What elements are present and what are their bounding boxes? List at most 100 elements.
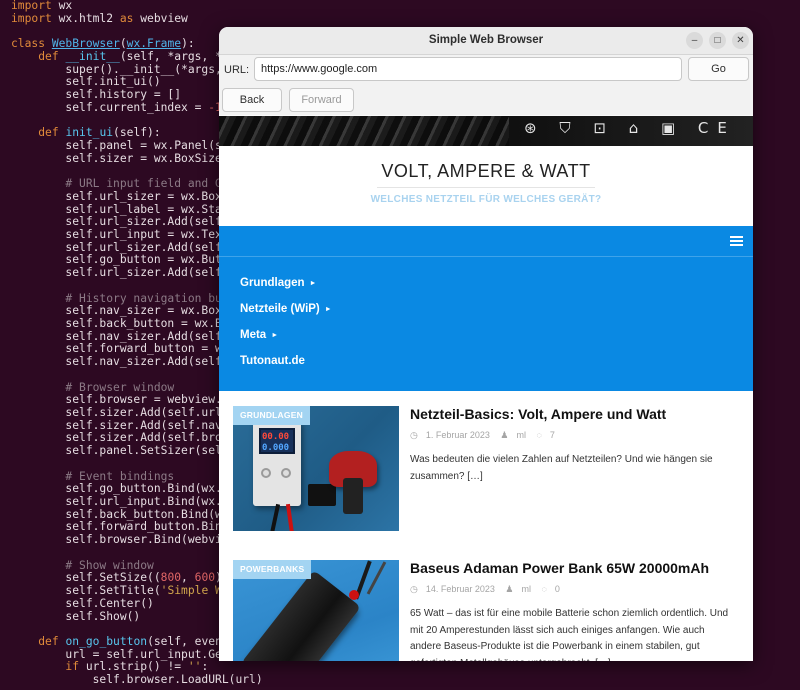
code-token: self.Center() [11, 596, 154, 610]
menu-item-tutonaut[interactable]: Tutonaut.de [240, 355, 305, 367]
article-meta: ◷ 1. Februar 2023 ♟ ml ◌ 7 [410, 430, 563, 441]
submenu-arrow-icon: ► [324, 306, 332, 313]
back-button[interactable]: Back [222, 88, 282, 112]
comment-icon: ◌ [541, 584, 547, 594]
menu-item-label: Netzteile (WiP) [240, 303, 320, 315]
code-token: self.init_ui() [11, 75, 161, 89]
submenu-arrow-icon: ► [309, 280, 317, 287]
window-title: Simple Web Browser [428, 34, 544, 46]
psu-display-top: 00.00 [262, 432, 290, 442]
site-header: VOLT, AMPERE & WATT WELCHES NETZTEIL FÜR… [219, 146, 753, 226]
article-excerpt: 65 Watt – das ist für eine mobile Batter… [410, 608, 729, 661]
psu-display-bottom: 0.000 [262, 443, 290, 453]
article-title[interactable]: Netzteil-Basics: Volt, Ampere und Watt [410, 406, 666, 422]
code-token: WebBrowser [51, 37, 120, 51]
user-icon: ♟ [505, 584, 514, 594]
code-token: # Browser window [11, 380, 175, 394]
code-token: def [38, 49, 59, 63]
category-tag[interactable]: GRUNDLAGEN [233, 406, 310, 425]
close-icon[interactable]: ✕ [732, 32, 749, 49]
code-token: self.panel = wx.Panel(self) [11, 138, 250, 152]
code-token: __init__ [65, 49, 120, 63]
comment-icon: ◌ [536, 430, 542, 440]
menu-item-label: Grundlagen [240, 277, 305, 289]
menu-item-label: Tutonaut.de [240, 355, 305, 367]
site-menu: Grundlagen ► Netzteile (WiP) ► Meta ► Tuton… [219, 257, 753, 391]
title-bar[interactable]: Simple Web Browser – □ ✕ [219, 27, 753, 55]
article-date: 1. Februar 2023 [425, 430, 490, 440]
code-token: webview [133, 11, 188, 25]
go-button[interactable]: Go [688, 57, 749, 81]
code-token: '' [187, 660, 202, 674]
menu-item-meta[interactable]: Meta ► [240, 329, 278, 341]
code-token: 800 [160, 571, 182, 585]
article-excerpt: Was bedeuten die vielen Zahlen auf Netzt… [410, 454, 713, 482]
header-divider [377, 187, 595, 188]
menu-item-label: Meta [240, 329, 267, 341]
code-token: (self): [113, 126, 161, 140]
article-meta: ◷ 14. Februar 2023 ♟ ml ◌ 0 [410, 584, 568, 595]
url-label: URL: [224, 64, 250, 76]
code-token: self.SetSize(( [11, 571, 161, 585]
site-tagline: WELCHES NETZTEIL FÜR WELCHES GERÄT? [370, 194, 602, 205]
code-token: as [119, 11, 134, 25]
code-token: class [11, 37, 46, 51]
code-token: self.history = [] [11, 88, 182, 102]
code-line: import wx.html2 as webview [11, 11, 800, 26]
submenu-arrow-icon: ► [271, 332, 279, 339]
code-token: # Event bindings [11, 469, 175, 483]
site-banner-image: ⊛ ⛉ ⊡ ⌂ ▣ CE [219, 116, 753, 146]
code-token: , [181, 571, 195, 585]
browser-window: Simple Web Browser – □ ✕ URL: Go Back Fo… [219, 27, 753, 661]
site-nav-bar [219, 226, 753, 257]
article-date: 14. Februar 2023 [425, 584, 495, 594]
banner-cables [219, 116, 509, 146]
code-token: self.browser.LoadURL(url) [11, 673, 263, 687]
code-token: wx [51, 0, 73, 12]
browser-toolbar: URL: Go Back Forward [219, 55, 753, 115]
minimize-icon[interactable]: – [686, 32, 703, 49]
code-token: # Show window [11, 558, 154, 572]
code-token: : [201, 660, 209, 674]
calendar-icon: ◷ [410, 430, 418, 440]
menu-item-netzteile[interactable]: Netzteile (WiP) ► [240, 303, 332, 315]
code-line: self.browser.LoadURL(url) [11, 673, 800, 687]
article-thumbnail[interactable]: POWERBANKS [233, 560, 399, 661]
article-comments[interactable]: 7 [550, 430, 555, 440]
webview-content[interactable]: ⊛ ⛉ ⊡ ⌂ ▣ CE VOLT, AMPERE & WATT WELCHES… [219, 116, 753, 661]
code-token: import [11, 11, 52, 25]
url-input[interactable] [254, 57, 682, 81]
banner-certification-icons: ⊛ ⛉ ⊡ ⌂ ▣ CE [524, 119, 736, 137]
maximize-icon[interactable]: □ [709, 32, 726, 49]
calendar-icon: ◷ [410, 584, 418, 594]
code-token: ( [119, 37, 127, 51]
code-token: wx.html2 [51, 11, 120, 25]
code-token: import [11, 0, 52, 12]
code-token: ): [181, 37, 195, 51]
code-token: def [38, 126, 59, 140]
category-tag[interactable]: POWERBANKS [233, 560, 312, 579]
code-token: self.current_index = [11, 100, 209, 114]
code-token: self.SetTitle( [11, 584, 161, 598]
article-thumbnail[interactable]: 00.00 0.000 GRUNDLAGEN [233, 406, 399, 531]
forward-button[interactable]: Forward [289, 88, 354, 112]
code-token: wx.Frame [126, 37, 182, 51]
article-comments[interactable]: 0 [555, 584, 560, 594]
code-token: on_go_button [65, 634, 148, 648]
site-title[interactable]: VOLT, AMPERE & WATT [219, 161, 753, 182]
code-token: url.strip() != [79, 660, 188, 674]
menu-item-grundlagen[interactable]: Grundlagen ► [240, 277, 316, 289]
article-author[interactable]: ml [522, 584, 532, 594]
code-token: if [65, 660, 80, 674]
article-card: POWERBANKS Baseus Adaman Power Bank 65W … [233, 560, 743, 661]
hamburger-menu-icon[interactable] [730, 236, 743, 246]
code-token: def [38, 634, 59, 648]
code-token: 600 [194, 571, 216, 585]
code-token: self.Show() [11, 609, 141, 623]
article-author[interactable]: ml [517, 430, 527, 440]
article-title[interactable]: Baseus Adaman Power Bank 65W 20000mAh [410, 560, 709, 576]
